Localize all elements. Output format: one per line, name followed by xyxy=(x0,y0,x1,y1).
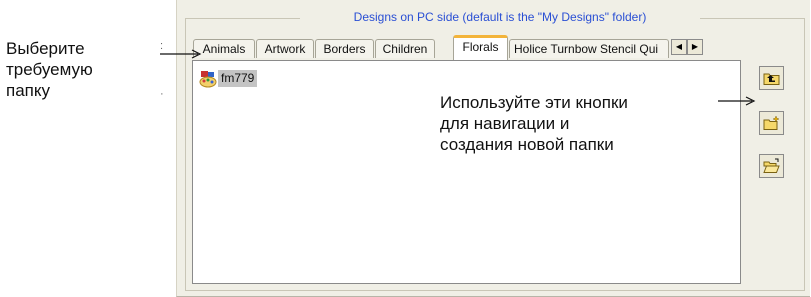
annotation-navigation-buttons: Используйте эти кнопки для навигации и с… xyxy=(440,93,628,154)
open-folder-button[interactable] xyxy=(759,154,784,178)
arrow-right-icon xyxy=(160,48,202,60)
groupbox-title: Designs on PC side (default is the "My D… xyxy=(300,10,700,24)
tab-artwork[interactable]: Artwork xyxy=(256,39,314,58)
tab-holice-turnbow-stencil[interactable]: Holice Turnbow Stencil Qui xyxy=(509,39,669,58)
arrow-right-icon xyxy=(718,95,756,107)
tab-scroll-left-button[interactable]: ◀ xyxy=(671,39,687,55)
tick-mark: · xyxy=(160,88,164,100)
chevron-left-icon: ◀ xyxy=(675,42,683,51)
up-folder-button[interactable] xyxy=(759,66,784,90)
tab-florals[interactable]: Florals xyxy=(453,35,508,60)
tab-scroll-right-button[interactable]: ▶ xyxy=(687,39,703,55)
open-folder-icon xyxy=(763,158,780,173)
list-item-label: fm779 xyxy=(218,70,258,87)
tab-animals[interactable]: Animals xyxy=(193,39,255,58)
tab-borders[interactable]: Borders xyxy=(315,39,374,58)
annotation-select-folder: Выберите требуемую папку xyxy=(6,39,93,100)
tab-children[interactable]: Children xyxy=(375,39,435,58)
new-folder-icon xyxy=(763,115,780,130)
new-folder-button[interactable] xyxy=(759,111,784,135)
tick-mark: : xyxy=(160,40,164,52)
chevron-right-icon: ▶ xyxy=(691,42,699,51)
design-palette-icon xyxy=(199,71,217,88)
up-folder-icon xyxy=(763,73,780,85)
